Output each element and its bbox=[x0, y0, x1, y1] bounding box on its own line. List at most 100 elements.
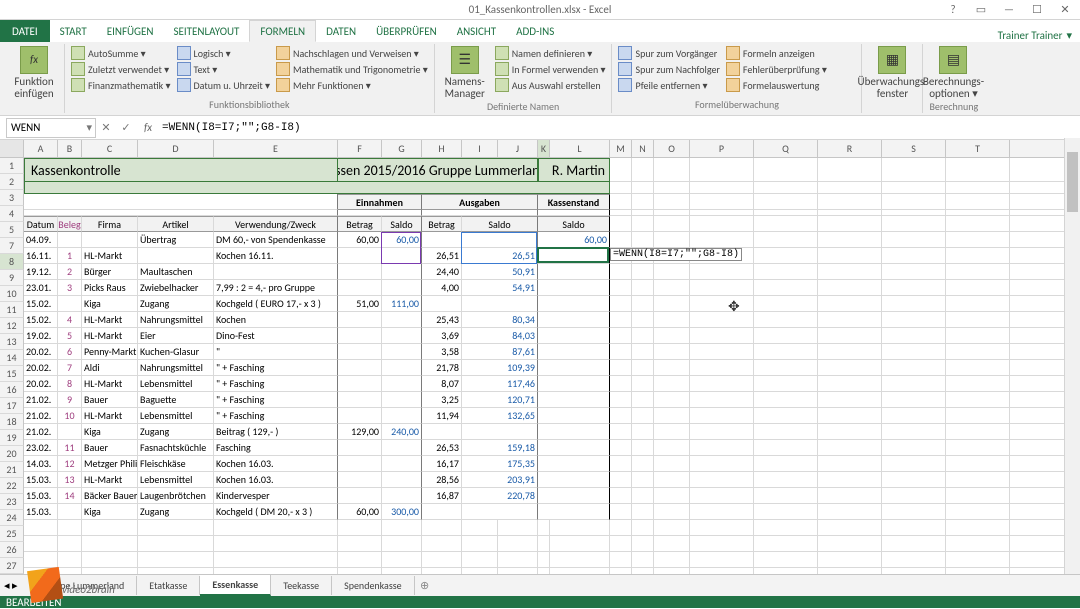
cell[interactable] bbox=[462, 536, 498, 552]
cell[interactable] bbox=[754, 552, 818, 568]
cell[interactable] bbox=[632, 376, 654, 392]
cell[interactable]: Saldo bbox=[538, 216, 610, 232]
cell[interactable]: 3,25 bbox=[422, 392, 462, 408]
cell[interactable] bbox=[422, 424, 462, 440]
cell[interactable] bbox=[610, 296, 632, 312]
cell[interactable] bbox=[946, 536, 1010, 552]
cell[interactable] bbox=[632, 504, 654, 520]
cell[interactable] bbox=[690, 280, 754, 296]
cell[interactable]: 21.02. bbox=[24, 392, 58, 408]
cell[interactable]: 21.02. bbox=[24, 424, 58, 440]
cell[interactable] bbox=[632, 328, 654, 344]
cell[interactable]: Betrag bbox=[338, 216, 382, 232]
cell[interactable] bbox=[632, 424, 654, 440]
cell[interactable]: Eier bbox=[138, 328, 214, 344]
ribbon-item[interactable]: Formelauswertung bbox=[726, 78, 827, 92]
cell[interactable]: Zwiebelhacker bbox=[138, 280, 214, 296]
ribbon-tab-seitenlayout[interactable]: SEITENLAYOUT bbox=[163, 20, 249, 42]
cell[interactable] bbox=[538, 296, 610, 312]
file-tab[interactable]: DATEI bbox=[0, 20, 50, 42]
cell[interactable] bbox=[818, 360, 882, 376]
row-header[interactable]: 12 bbox=[0, 318, 24, 334]
cell[interactable]: 9 bbox=[58, 392, 82, 408]
cell[interactable] bbox=[338, 344, 382, 360]
cell[interactable] bbox=[338, 360, 382, 376]
cell[interactable] bbox=[946, 296, 1010, 312]
cell[interactable]: 129,00 bbox=[338, 424, 382, 440]
cell[interactable] bbox=[338, 328, 382, 344]
cell[interactable] bbox=[24, 536, 58, 552]
sheet-tab[interactable]: Essenkasse bbox=[200, 575, 271, 596]
cell[interactable] bbox=[690, 296, 754, 312]
cell[interactable]: 3,58 bbox=[422, 344, 462, 360]
cell[interactable] bbox=[382, 328, 422, 344]
vertical-scrollbar[interactable] bbox=[1064, 138, 1080, 574]
cell[interactable] bbox=[632, 296, 654, 312]
row-header[interactable]: 7 bbox=[0, 238, 24, 254]
cell[interactable] bbox=[946, 344, 1010, 360]
row-header[interactable]: 13 bbox=[0, 334, 24, 350]
cell[interactable] bbox=[382, 408, 422, 424]
cell[interactable] bbox=[882, 328, 946, 344]
cell[interactable]: Kuchen-Glasur bbox=[138, 344, 214, 360]
cell[interactable]: 20.02. bbox=[24, 344, 58, 360]
cell[interactable] bbox=[754, 392, 818, 408]
ribbon-item[interactable]: Text ▾ bbox=[177, 62, 271, 76]
cell[interactable]: 19.02. bbox=[24, 328, 58, 344]
cell[interactable] bbox=[818, 424, 882, 440]
cell[interactable]: 21,78 bbox=[422, 360, 462, 376]
cell[interactable]: Picks Raus bbox=[82, 280, 138, 296]
cell[interactable] bbox=[818, 232, 882, 248]
cell[interactable] bbox=[382, 264, 422, 280]
cell[interactable] bbox=[818, 552, 882, 568]
cell[interactable] bbox=[610, 520, 632, 536]
cell[interactable] bbox=[632, 194, 654, 210]
cell[interactable]: 2 bbox=[58, 264, 82, 280]
cell[interactable]: 80,34 bbox=[462, 312, 538, 328]
cell[interactable] bbox=[632, 408, 654, 424]
cell[interactable]: 60,00 bbox=[538, 232, 610, 248]
cell[interactable]: 109,39 bbox=[462, 360, 538, 376]
cell[interactable] bbox=[818, 296, 882, 312]
cell[interactable] bbox=[382, 360, 422, 376]
column-headers[interactable]: ABCDEFGHIJKLMNOPQRST bbox=[0, 140, 1080, 158]
minimize-icon[interactable]: — bbox=[998, 3, 1020, 16]
cell[interactable] bbox=[338, 440, 382, 456]
cell[interactable] bbox=[654, 424, 690, 440]
cell[interactable] bbox=[610, 392, 632, 408]
cell[interactable] bbox=[754, 248, 818, 264]
cell[interactable] bbox=[946, 552, 1010, 568]
cell[interactable] bbox=[946, 182, 1010, 194]
ribbon-item[interactable]: Formeln anzeigen bbox=[726, 46, 827, 60]
row-header[interactable]: 26 bbox=[0, 542, 24, 558]
cell[interactable] bbox=[24, 182, 610, 194]
cell[interactable] bbox=[946, 456, 1010, 472]
cell[interactable] bbox=[550, 536, 610, 552]
cell[interactable] bbox=[754, 408, 818, 424]
cell[interactable] bbox=[82, 536, 138, 552]
cell[interactable]: Kindervesper bbox=[214, 488, 338, 504]
cell[interactable]: Datum bbox=[24, 216, 58, 232]
row-header[interactable]: 4 bbox=[0, 206, 24, 222]
cell[interactable] bbox=[338, 280, 382, 296]
cell[interactable] bbox=[610, 408, 632, 424]
cell[interactable]: DM 60,- von Spendenkasse bbox=[214, 232, 338, 248]
cell[interactable] bbox=[754, 182, 818, 194]
cell[interactable] bbox=[654, 360, 690, 376]
cell[interactable]: 240,00 bbox=[382, 424, 422, 440]
cell[interactable] bbox=[214, 264, 338, 280]
cell[interactable] bbox=[818, 194, 882, 210]
cell[interactable] bbox=[538, 488, 610, 504]
cell[interactable] bbox=[882, 408, 946, 424]
cell[interactable] bbox=[610, 158, 632, 182]
cell[interactable] bbox=[754, 360, 818, 376]
cell[interactable] bbox=[882, 264, 946, 280]
cell[interactable] bbox=[754, 328, 818, 344]
cell[interactable] bbox=[754, 344, 818, 360]
cell[interactable]: Zugang bbox=[138, 424, 214, 440]
cell[interactable] bbox=[422, 552, 462, 568]
cell[interactable]: HL-Markt bbox=[82, 408, 138, 424]
cell[interactable] bbox=[818, 312, 882, 328]
cell[interactable] bbox=[382, 552, 422, 568]
ribbon-tab-ansicht[interactable]: ANSICHT bbox=[447, 20, 506, 42]
